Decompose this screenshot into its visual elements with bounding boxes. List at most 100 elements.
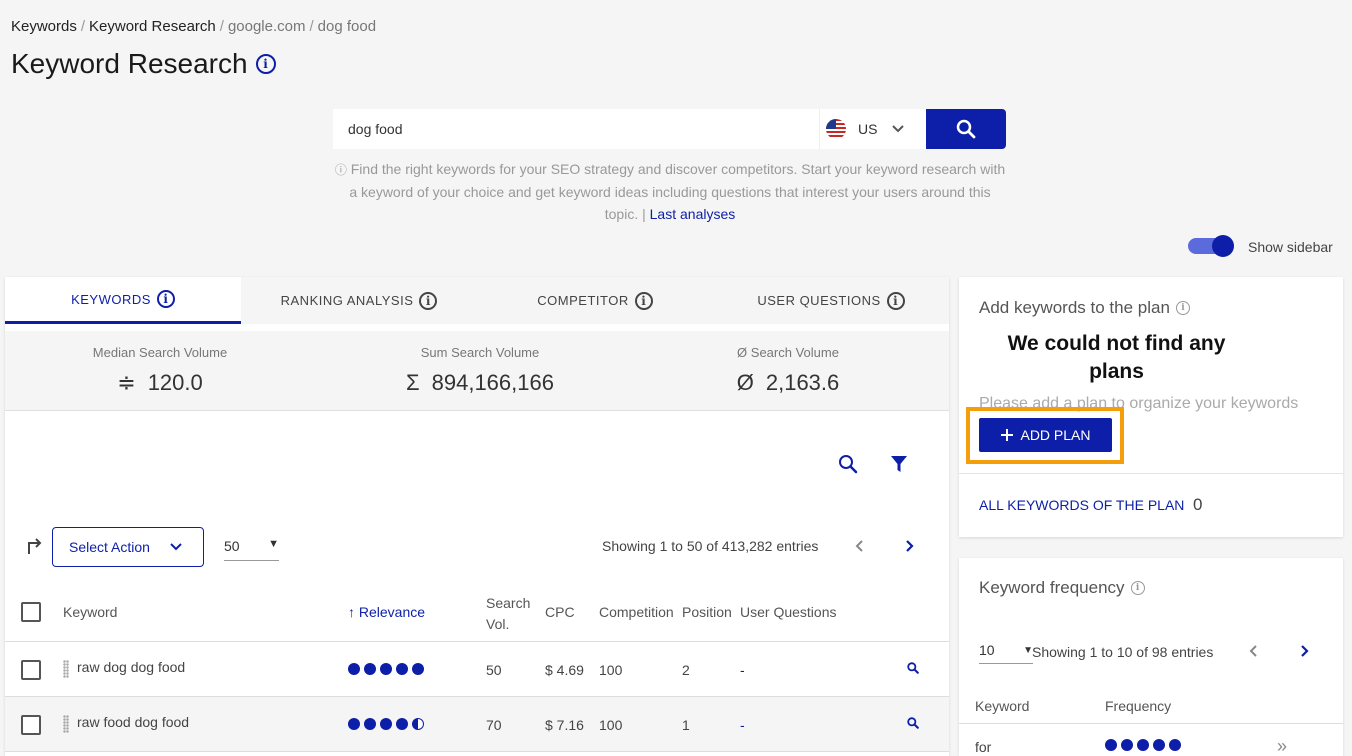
keyword-cell: for xyxy=(975,739,992,755)
stats-bar: Median Search Volume ≑ 120.0 Sum Search V… xyxy=(5,331,949,411)
frequency-dots xyxy=(1105,739,1181,751)
median-icon: ≑ xyxy=(117,370,136,395)
us-flag-icon xyxy=(826,119,846,139)
add-plan-button[interactable]: ADD PLAN xyxy=(979,418,1112,452)
drag-handle-icon[interactable] xyxy=(63,715,69,733)
col-relevance[interactable]: ↑ Relevance xyxy=(348,604,425,620)
next-page-icon[interactable] xyxy=(902,539,916,553)
search-input[interactable]: dog food xyxy=(333,109,819,149)
keywords-panel: KEYWORDS i RANKING ANALYSIS i COMPETITOR… xyxy=(5,277,949,756)
plan-card: Add keywords to the plan i We could not … xyxy=(959,277,1343,537)
select-all-checkbox[interactable] xyxy=(21,602,41,622)
tab-keywords[interactable]: KEYWORDS i xyxy=(5,277,241,324)
frequency-table-header: Keyword Frequency xyxy=(959,688,1343,724)
competition-cell: 100 xyxy=(599,717,623,733)
info-icon: i xyxy=(156,290,175,308)
bulk-action-arrow-icon xyxy=(28,538,42,554)
stat-median: Median Search Volume ≑ 120.0 xyxy=(92,345,228,395)
breadcrumb-item-keyword-research[interactable]: Keyword Research xyxy=(89,18,216,35)
frequency-entries-info: Showing 1 to 10 of 98 entries xyxy=(1032,644,1214,660)
next-page-icon[interactable] xyxy=(1297,644,1311,658)
stat-sum: Sum Search Volume Σ 894,166,166 xyxy=(406,345,554,395)
col-user-questions[interactable]: User Questions xyxy=(740,604,836,620)
no-plans-message: We could not find any plans xyxy=(1007,332,1226,383)
table-row: raw dog dog food 50 $ 4.69 100 2 - xyxy=(5,642,949,697)
sort-up-icon: ↑ xyxy=(348,604,359,620)
row-checkbox[interactable] xyxy=(21,660,41,680)
plan-card-title: Add keywords to the plan i xyxy=(979,298,1190,318)
table-row: for » xyxy=(959,734,1343,756)
average-icon: Ø xyxy=(736,370,754,395)
breadcrumb-item-keywords[interactable]: Keywords xyxy=(11,18,77,35)
prev-page-icon[interactable] xyxy=(853,539,867,553)
chevron-down-icon xyxy=(892,125,905,133)
info-icon: i xyxy=(419,291,438,310)
breadcrumb-item-keyword: dog food xyxy=(317,18,377,35)
per-page-select[interactable]: 50 ▼ xyxy=(224,535,279,561)
col-keyword[interactable]: Keyword xyxy=(975,698,1029,714)
page-title: Keyword Research i xyxy=(11,48,276,80)
search-icon[interactable] xyxy=(907,662,919,674)
info-icon[interactable]: i xyxy=(255,54,276,74)
select-action-dropdown[interactable]: Select Action xyxy=(52,527,204,567)
stat-average: Ø Search Volume Ø 2,163.6 xyxy=(736,345,840,395)
hint-info-icon: ⓘ xyxy=(334,163,347,177)
col-position[interactable]: Position xyxy=(682,604,732,620)
search-hint: ⓘ Find the right keywords for your SEO s… xyxy=(334,161,1006,222)
table-header: Keyword ↑ Relevance Search Vol. CPC Compe… xyxy=(5,587,949,642)
tab-user-questions[interactable]: USER QUESTIONS i xyxy=(713,277,949,324)
search-icon[interactable] xyxy=(838,454,858,474)
col-cpc[interactable]: CPC xyxy=(545,604,575,620)
search-vol-cell: 70 xyxy=(486,717,502,733)
frequency-per-page-select[interactable]: 10 ▼ xyxy=(979,642,1033,664)
row-checkbox[interactable] xyxy=(21,715,41,735)
user-questions-cell: - xyxy=(740,662,745,678)
info-icon: i xyxy=(1130,581,1145,595)
competition-cell: 100 xyxy=(599,662,623,678)
chevron-down-icon xyxy=(170,543,182,551)
expand-icon[interactable]: » xyxy=(1277,736,1287,756)
cpc-cell: $ 7.16 xyxy=(545,717,584,733)
user-questions-cell: - xyxy=(740,717,745,733)
breadcrumb: Keywords / Keyword Research / google.com / dog… xyxy=(11,18,377,35)
tab-ranking-analysis[interactable]: RANKING ANALYSIS i xyxy=(241,277,477,324)
keyword-frequency-title: Keyword frequency i xyxy=(979,578,1145,598)
keyword-cell: raw food dog food xyxy=(77,714,190,730)
position-cell: 2 xyxy=(682,662,690,678)
relevance-dots xyxy=(348,663,424,675)
plus-icon xyxy=(1001,429,1014,441)
search-button[interactable] xyxy=(926,109,1006,149)
col-keyword[interactable]: Keyword xyxy=(63,604,117,620)
country-label: US xyxy=(858,121,878,137)
search-vol-cell: 50 xyxy=(486,662,502,678)
info-icon: i xyxy=(1175,301,1190,315)
table-row: raw food dog food 70 $ 7.16 100 1 - xyxy=(5,697,949,752)
search-icon xyxy=(956,119,976,139)
sum-icon: Σ xyxy=(406,370,420,395)
all-keywords-count: 0 xyxy=(1193,495,1203,514)
info-icon: i xyxy=(886,291,905,310)
breadcrumb-item-domain: google.com xyxy=(227,18,306,35)
keyword-cell: raw dog dog food xyxy=(77,659,186,675)
last-analyses-link[interactable]: Last analyses xyxy=(650,206,736,222)
drag-handle-icon[interactable] xyxy=(63,660,69,678)
country-select[interactable]: US xyxy=(819,109,926,149)
info-icon: i xyxy=(634,291,653,310)
filter-icon[interactable] xyxy=(889,454,909,474)
all-keywords-link[interactable]: ALL KEYWORDS OF THE PLAN xyxy=(979,497,1184,513)
position-cell: 1 xyxy=(682,717,690,733)
keyword-frequency-card: Keyword frequency i 10 ▼ Showing 1 to 10… xyxy=(959,558,1343,756)
col-frequency[interactable]: Frequency xyxy=(1105,698,1171,714)
cpc-cell: $ 4.69 xyxy=(545,662,584,678)
caret-down-icon: ▼ xyxy=(268,538,279,550)
prev-page-icon[interactable] xyxy=(1247,644,1261,658)
tab-competitor[interactable]: COMPETITOR i xyxy=(477,277,713,324)
entries-info: Showing 1 to 50 of 413,282 entries xyxy=(602,538,819,554)
relevance-dots xyxy=(348,718,424,730)
tab-bar: KEYWORDS i RANKING ANALYSIS i COMPETITOR… xyxy=(5,277,949,324)
show-sidebar-toggle[interactable] xyxy=(1188,235,1234,257)
show-sidebar-label: Show sidebar xyxy=(1248,239,1333,255)
col-search-vol[interactable]: Search Vol. xyxy=(486,593,530,635)
search-icon[interactable] xyxy=(907,717,919,729)
col-competition[interactable]: Competition xyxy=(599,604,674,620)
